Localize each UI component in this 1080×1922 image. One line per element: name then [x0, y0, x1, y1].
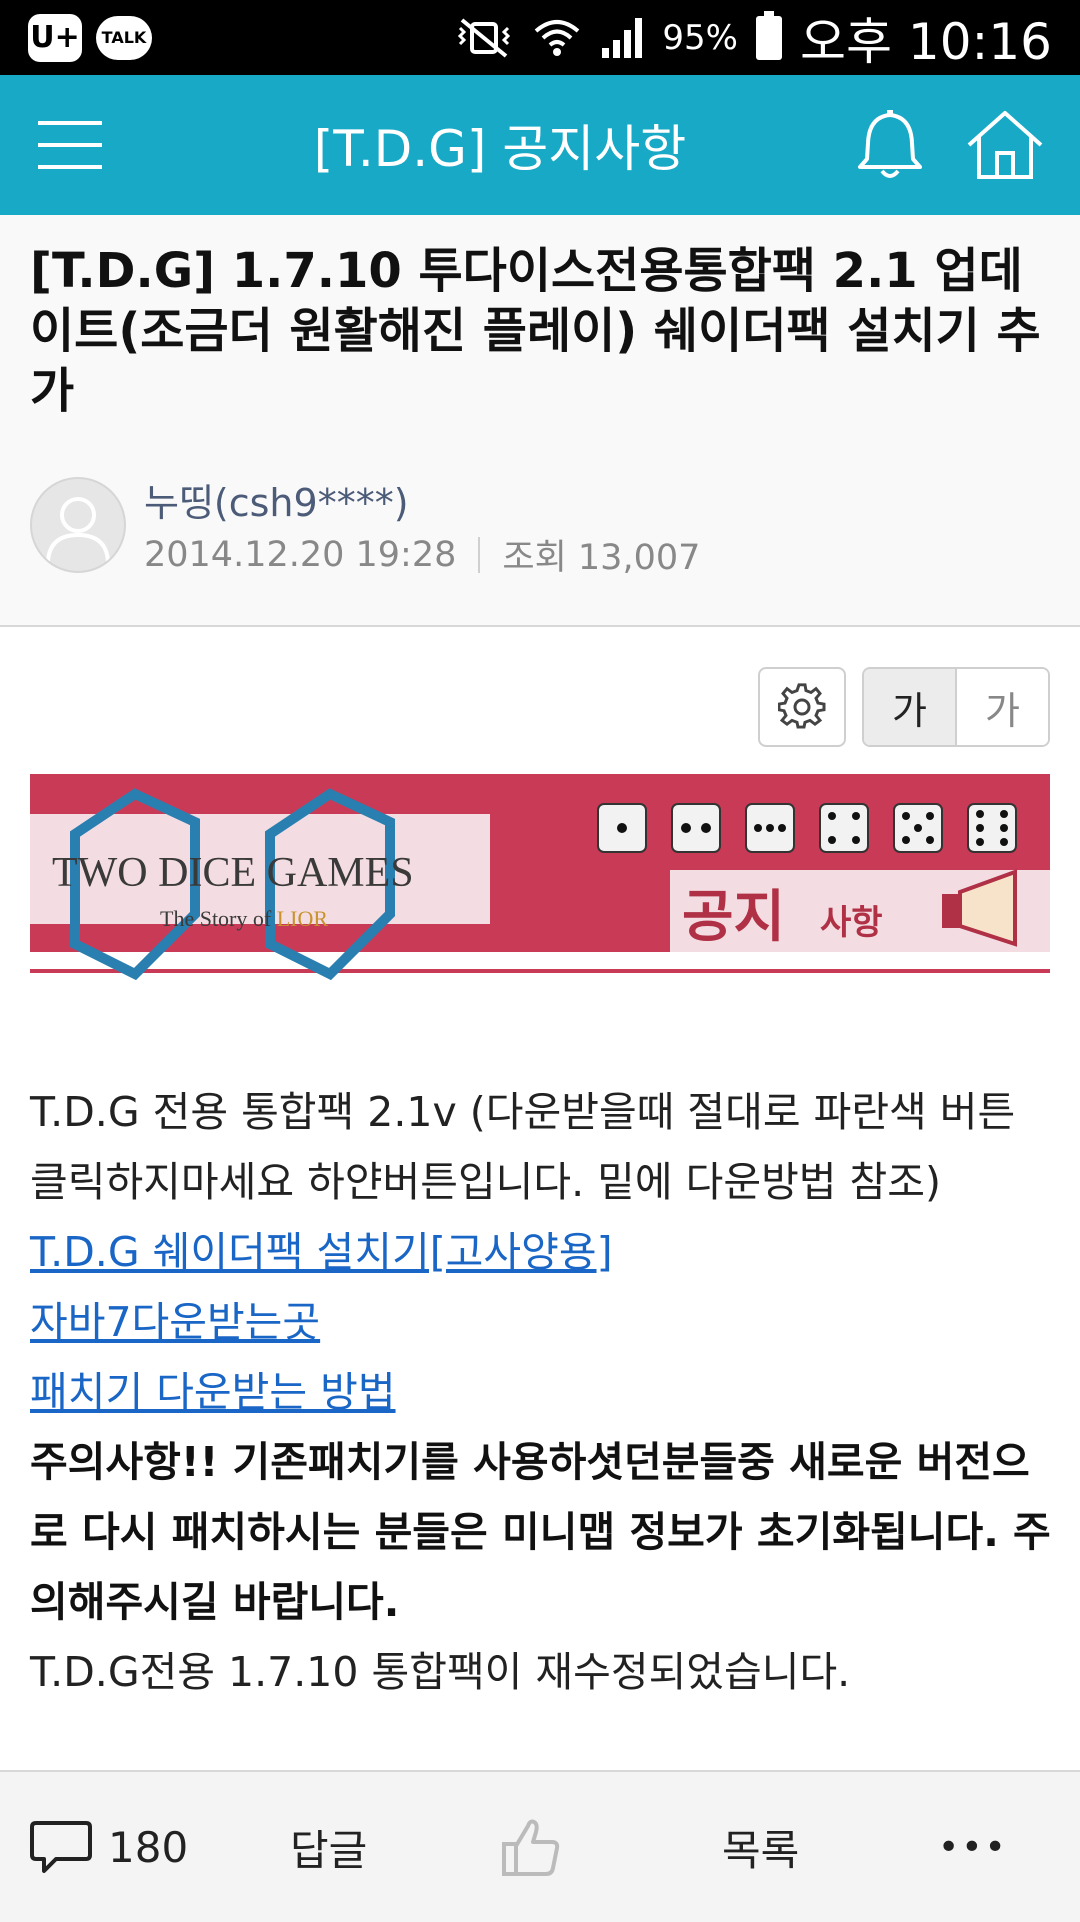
font-size-toggle: 가 가 [862, 667, 1050, 747]
patcher-guide-link[interactable]: 패치기 다운받는 방법 [30, 1357, 1060, 1427]
default-user-icon [46, 497, 110, 562]
body-intro: T.D.G 전용 통합팩 2.1v (다운받을때 절대로 파란색 버튼 클릭하지… [30, 1088, 1016, 1206]
post-title: [T.D.G] 1.7.10 투다이스전용통합팩 2.1 업데이트(조금더 원활… [30, 243, 1041, 419]
shaderpack-installer-link[interactable]: T.D.G 쉐이더팩 설치기[고사양용] [30, 1217, 1060, 1287]
more-button[interactable]: ••• [938, 1772, 1008, 1922]
view-tools: 가 가 [758, 667, 1050, 747]
mute-vibrate-icon [458, 17, 511, 58]
view-count: 조회 13,007 [502, 538, 701, 578]
list-button[interactable]: 목록 [722, 1772, 799, 1922]
signal-icon [602, 17, 643, 58]
banner-notice-small: 사항 [820, 903, 883, 943]
meta-divider [478, 536, 481, 573]
post-date: 2014.12.20 19:28 [144, 534, 457, 575]
post-header: [T.D.G] 1.7.10 투다이스전용통합팩 2.1 업데이트(조금더 원활… [0, 215, 1080, 627]
battery-percent: 95% [662, 17, 738, 58]
clock: 오후 10:16 [800, 12, 1052, 71]
comment-icon [30, 1821, 92, 1873]
banner-notice-big: 공지 [682, 885, 785, 950]
font-size-large-button[interactable]: 가 [864, 669, 957, 745]
body-last-line: T.D.G전용 1.7.10 통합팩이 재수정되었습니다. [30, 1648, 851, 1696]
java7-download-link[interactable]: 자바7다운받는곳 [30, 1287, 1060, 1357]
comment-count: 180 [108, 1822, 189, 1872]
svg-text:The Story of LIOR: The Story of LIOR [160, 906, 328, 931]
gear-icon [778, 683, 826, 729]
battery-icon [756, 10, 782, 60]
status-bar: U+ TALK 95% 오후 10:16 [0, 0, 1080, 75]
bell-icon[interactable] [855, 109, 925, 181]
post-meta: 2014.12.20 19:28 조회 13,007 [144, 529, 700, 580]
thumbs-up-icon [502, 1819, 560, 1876]
kakaotalk-icon: TALK [96, 15, 152, 60]
warning-text: 주의사항!! 기존패치기를 사용하셧던분들중 새로운 버전으로 다시 패치하시는… [30, 1438, 1051, 1626]
banner-logo-sub: The Story of [160, 906, 277, 931]
notice-banner-image: TWO DICE GAMES The Story of LIOR 공지 사항 [30, 774, 1050, 986]
menu-icon[interactable] [38, 119, 102, 171]
home-icon[interactable] [965, 109, 1045, 181]
banner-logo-name: LIOR [277, 906, 329, 931]
banner-logo-text: TWO DICE GAMES [52, 850, 414, 896]
like-button[interactable] [500, 1772, 562, 1922]
uplus-app-icon: U+ [28, 13, 82, 62]
font-size-small-button[interactable]: 가 [957, 669, 1048, 745]
bottom-action-bar: 180 답글 목록 ••• [0, 1770, 1080, 1922]
settings-button[interactable] [758, 667, 846, 747]
wifi-icon [535, 19, 580, 56]
reply-button[interactable]: 답글 [290, 1772, 367, 1922]
post-body: T.D.G 전용 통합팩 2.1v (다운받을때 절대로 파란색 버튼 클릭하지… [30, 1077, 1060, 1707]
comment-button[interactable]: 180 [30, 1772, 188, 1922]
author-name[interactable]: 누띵(csh9****) [144, 472, 409, 527]
app-bar: [T.D.G] 공지사항 [0, 75, 1080, 215]
avatar[interactable] [30, 477, 126, 573]
post-content: 가 가 TWO DICE GAMES The Story of LIOR 공지 … [0, 627, 1080, 1770]
